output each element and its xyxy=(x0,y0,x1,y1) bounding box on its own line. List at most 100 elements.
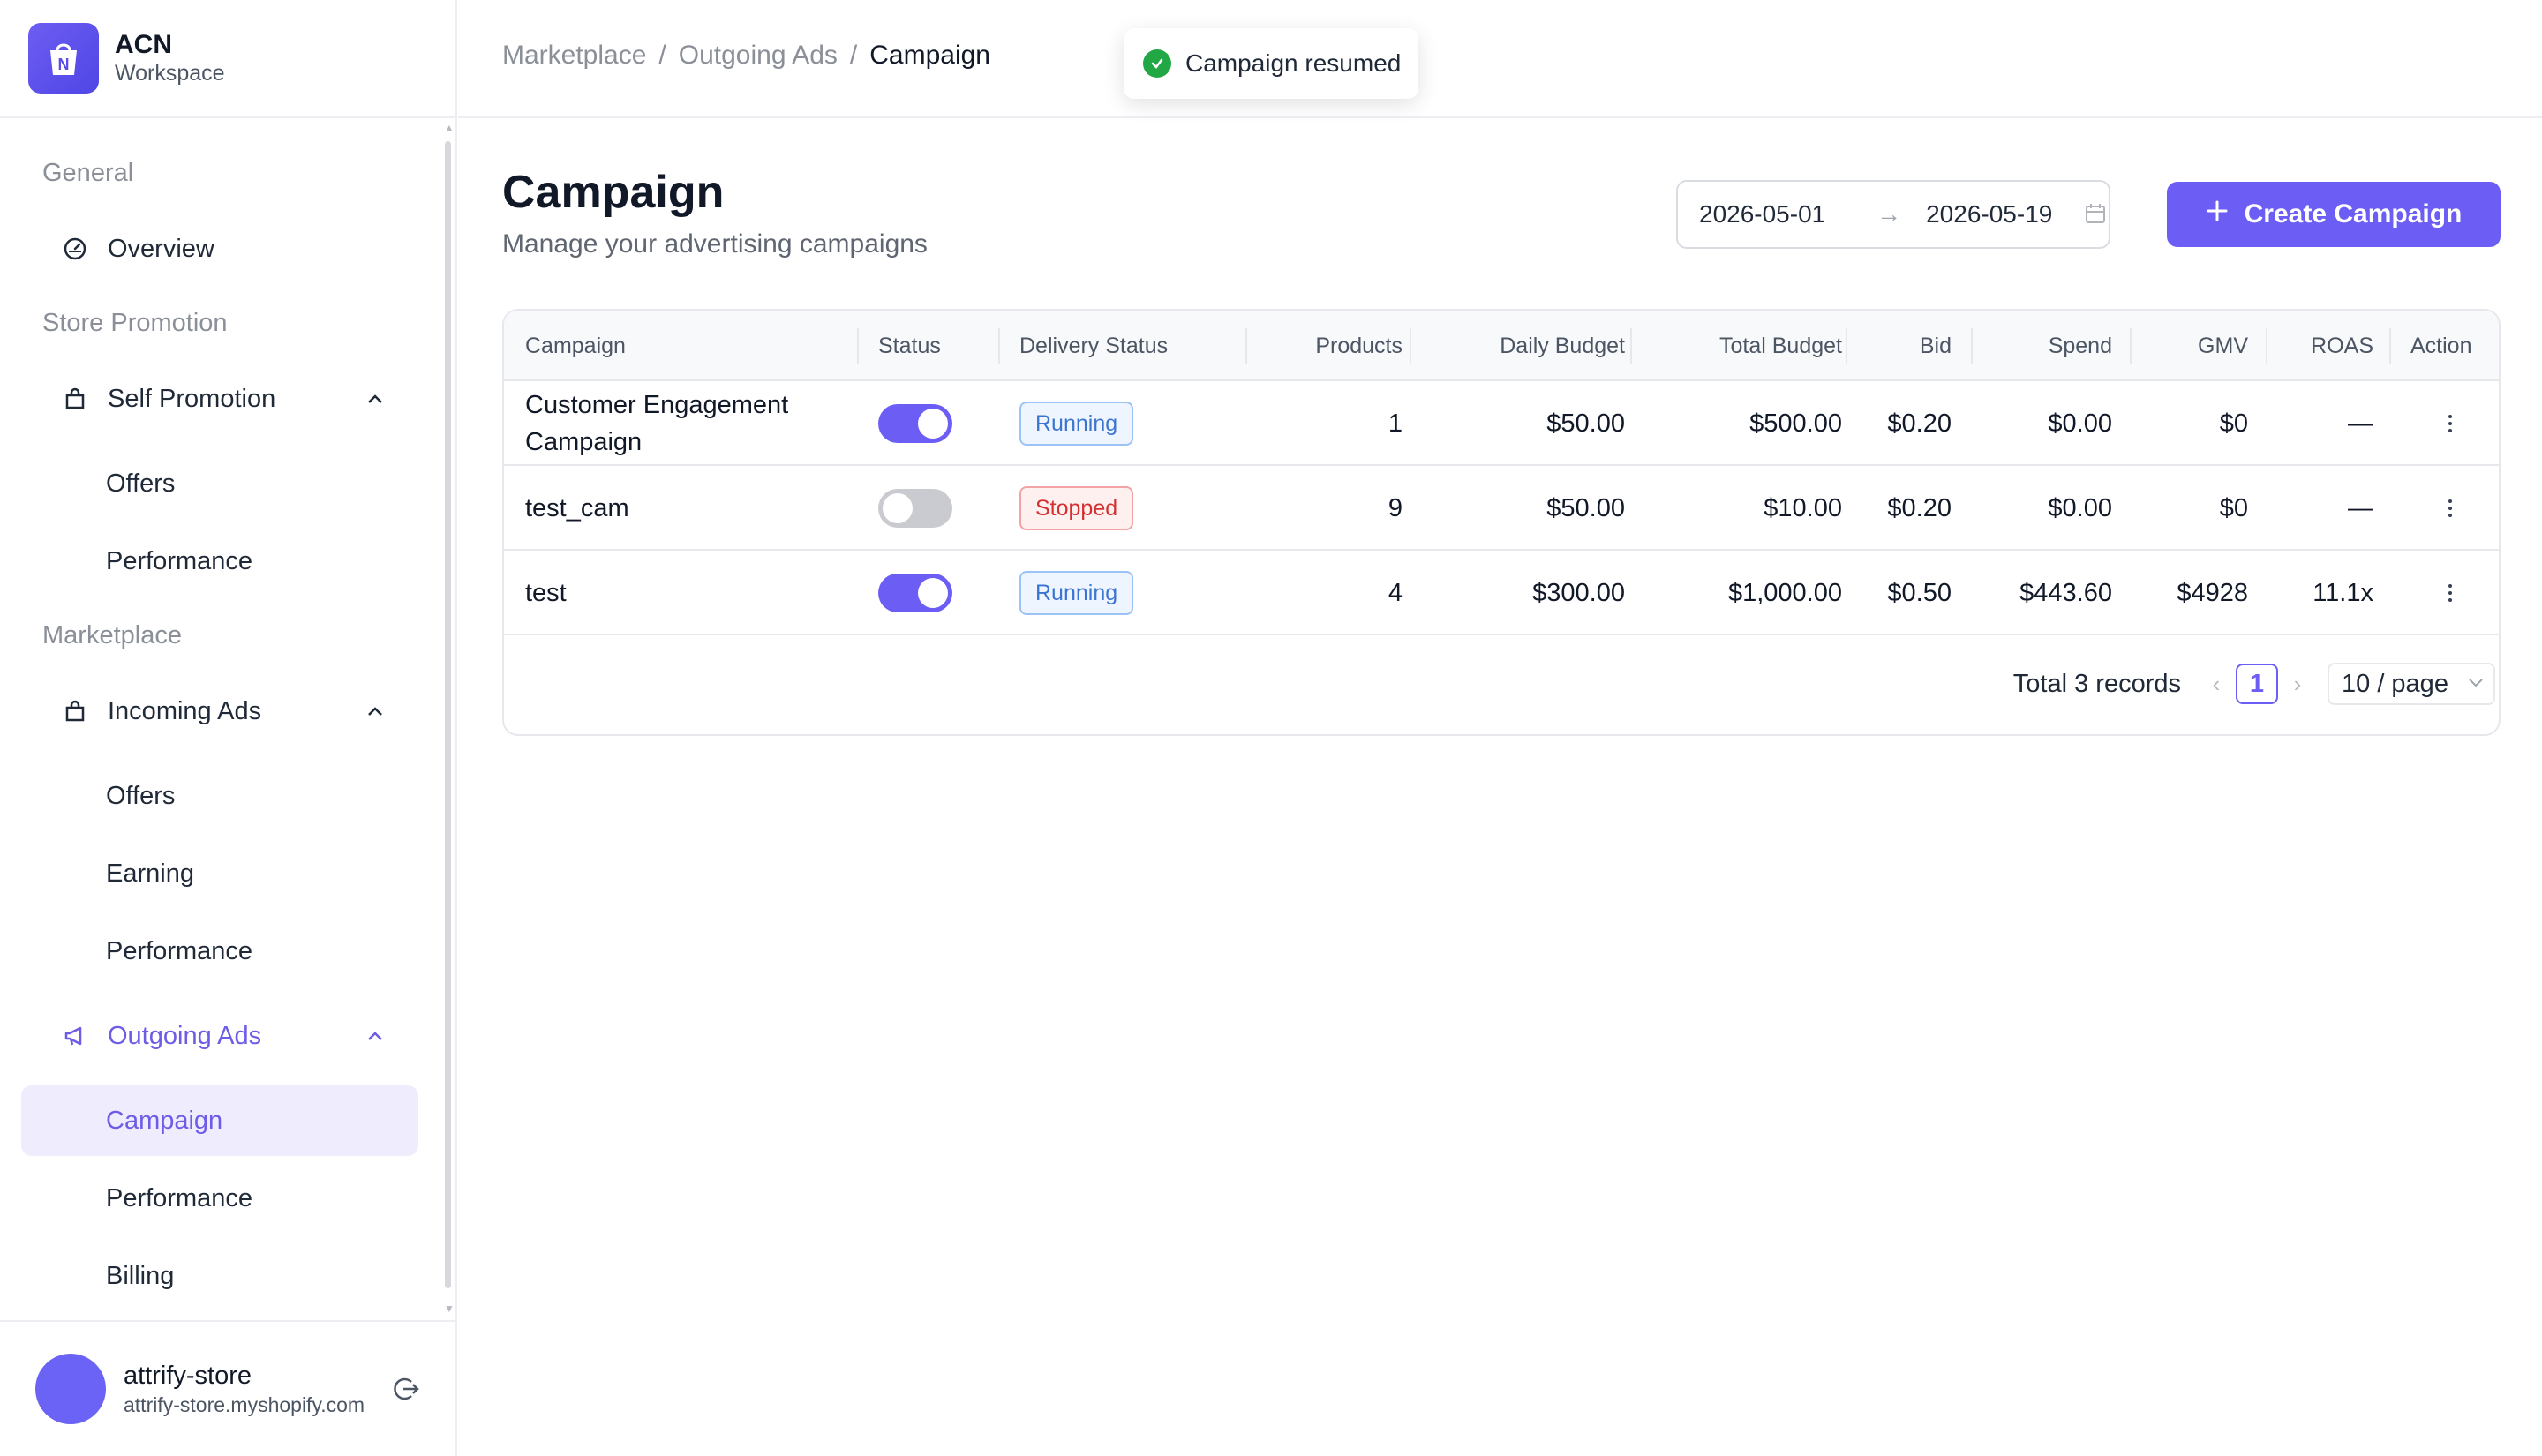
status-toggle[interactable] xyxy=(878,404,952,443)
cell-gmv: $0 xyxy=(2219,409,2248,438)
breadcrumb: Marketplace / Outgoing Ads / Campaign xyxy=(502,41,990,71)
chevron-up-icon xyxy=(362,705,388,717)
user-profile: attrify-store attrify-store.myshopify.co… xyxy=(0,1320,457,1456)
page-size-select[interactable]: 10 / page xyxy=(2328,663,2495,705)
scroll-down-arrow-icon[interactable]: ▼ xyxy=(444,1302,455,1315)
status-badge: Running xyxy=(1019,402,1134,446)
col-status: Status xyxy=(878,334,941,358)
status-toggle[interactable] xyxy=(878,574,952,612)
page-number[interactable]: 1 xyxy=(2236,664,2278,704)
sidebar-item-incoming-offers[interactable]: Offers xyxy=(21,761,418,831)
cell-bid: $0.20 xyxy=(1887,493,1952,522)
table-row: test Running 4 $300.00 $1,000.00 $0.50 $… xyxy=(504,551,2499,635)
sidebar-item-overview[interactable]: Overview xyxy=(21,214,418,284)
delivery-status-cell: Running xyxy=(1019,381,1134,466)
create-campaign-button[interactable]: Create Campaign xyxy=(2167,182,2501,247)
sidebar-item-outgoing-ads[interactable]: Outgoing Ads xyxy=(21,1001,418,1071)
create-campaign-label: Create Campaign xyxy=(2244,199,2463,229)
shopping-bag-icon xyxy=(62,698,88,724)
dashboard-gauge-icon xyxy=(62,236,88,262)
sidebar-item-incoming-earning[interactable]: Earning xyxy=(21,838,418,909)
more-actions-icon[interactable] xyxy=(2446,381,2455,466)
sidebar-item-label: Outgoing Ads xyxy=(108,1021,262,1050)
cell-spend: $0.00 xyxy=(2048,493,2112,522)
sidebar-item-incoming-ads[interactable]: Incoming Ads xyxy=(21,676,418,747)
page-subtitle: Manage your advertising campaigns xyxy=(502,229,928,259)
total-records: Total 3 records xyxy=(2012,669,2181,698)
status-badge: Running xyxy=(1019,571,1134,615)
sidebar-item-self-offers[interactable]: Offers xyxy=(21,448,418,519)
cell-gmv: $4928 xyxy=(2177,578,2248,607)
section-store-promotion: Store Promotion xyxy=(42,309,228,337)
breadcrumb-separator: / xyxy=(849,41,858,70)
cell-roas: 11.1x xyxy=(2313,578,2373,607)
delivery-status-cell: Stopped xyxy=(1019,466,1134,551)
logout-icon[interactable] xyxy=(390,1373,422,1405)
breadcrumb-separator: / xyxy=(658,41,666,70)
toast-message: Campaign resumed xyxy=(1185,49,1402,77)
more-actions-icon[interactable] xyxy=(2446,551,2455,635)
cell-bid: $0.20 xyxy=(1887,409,1952,438)
cell-daily-budget: $300.00 xyxy=(1532,578,1625,607)
arrow-right-icon: → xyxy=(1876,200,1902,228)
toast-notification: Campaign resumed xyxy=(1124,28,1418,99)
brand-subtitle: Workspace xyxy=(115,61,225,86)
pagination: Total 3 records ‹ 1 › 10 / page xyxy=(2013,662,2495,706)
cell-campaign-name[interactable]: test xyxy=(525,551,843,635)
status-toggle-cell xyxy=(878,551,952,635)
section-marketplace: Marketplace xyxy=(42,621,182,649)
date-start[interactable]: 2026-05-01 xyxy=(1699,200,1876,229)
chevron-up-icon xyxy=(362,1030,388,1042)
sidebar-item-label: Incoming Ads xyxy=(108,696,262,725)
cell-total-budget: $500.00 xyxy=(1749,409,1842,438)
check-circle-icon xyxy=(1143,49,1171,78)
cell-gmv: $0 xyxy=(2219,493,2248,522)
toggle-knob xyxy=(918,409,948,439)
status-toggle[interactable] xyxy=(878,489,952,528)
cell-roas: — xyxy=(2348,493,2373,522)
status-badge: Stopped xyxy=(1019,486,1134,530)
toggle-knob xyxy=(883,493,913,523)
scroll-thumb[interactable] xyxy=(445,141,451,1288)
sidebar-scrollbar[interactable]: ▲ ▼ xyxy=(441,122,455,1318)
cell-products: 9 xyxy=(1388,493,1403,522)
chevron-right-icon[interactable]: › xyxy=(2289,671,2306,698)
col-products: Products xyxy=(1315,334,1403,358)
svg-text:N: N xyxy=(58,56,70,73)
breadcrumb-marketplace[interactable]: Marketplace xyxy=(502,41,646,71)
sidebar-item-incoming-performance[interactable]: Performance xyxy=(21,916,418,987)
breadcrumb-current: Campaign xyxy=(869,41,990,70)
chevron-left-icon[interactable]: ‹ xyxy=(2207,671,2225,698)
status-toggle-cell xyxy=(878,466,952,551)
topbar: Marketplace / Outgoing Ads / Campaign Ca… xyxy=(458,0,2542,118)
table-header: Campaign Status Delivery Status Products… xyxy=(504,311,2499,381)
col-roas: ROAS xyxy=(2311,334,2373,358)
table-row: Customer Engagement Campaign Running 1 $… xyxy=(504,381,2499,466)
section-general: General xyxy=(42,159,134,187)
col-spend: Spend xyxy=(2048,334,2112,358)
cell-total-budget: $10.00 xyxy=(1764,493,1842,522)
breadcrumb-outgoing-ads[interactable]: Outgoing Ads xyxy=(679,41,838,71)
sidebar-item-outgoing-billing[interactable]: Billing xyxy=(21,1241,418,1311)
megaphone-icon xyxy=(62,1023,88,1049)
delivery-status-cell: Running xyxy=(1019,551,1134,635)
sidebar-item-outgoing-campaign[interactable]: Campaign xyxy=(21,1085,418,1156)
table-row: test_cam Stopped 9 $50.00 $10.00 $0.20 $… xyxy=(504,466,2499,551)
more-actions-icon[interactable] xyxy=(2446,466,2455,551)
toggle-knob xyxy=(918,578,948,608)
sidebar-item-self-performance[interactable]: Performance xyxy=(21,526,418,597)
sidebar: N ACN Workspace General Overview Store P… xyxy=(0,0,457,1456)
date-range-picker[interactable]: 2026-05-01 → 2026-05-19 xyxy=(1676,180,2110,249)
date-end[interactable]: 2026-05-19 xyxy=(1926,200,2083,229)
calendar-icon xyxy=(2083,201,2109,228)
page-size-value: 10 / page xyxy=(2342,669,2448,698)
cell-campaign-name[interactable]: Customer Engagement Campaign xyxy=(525,381,843,466)
scroll-up-arrow-icon[interactable]: ▲ xyxy=(444,122,455,134)
avatar[interactable] xyxy=(35,1354,106,1424)
sidebar-item-outgoing-performance[interactable]: Performance xyxy=(21,1163,418,1234)
cell-campaign-name[interactable]: test_cam xyxy=(525,466,843,551)
col-bid: Bid xyxy=(1919,334,1952,358)
sidebar-item-self-promotion[interactable]: Self Promotion xyxy=(21,364,418,434)
cell-daily-budget: $50.00 xyxy=(1546,493,1625,522)
col-daily-budget: Daily Budget xyxy=(1500,334,1625,358)
